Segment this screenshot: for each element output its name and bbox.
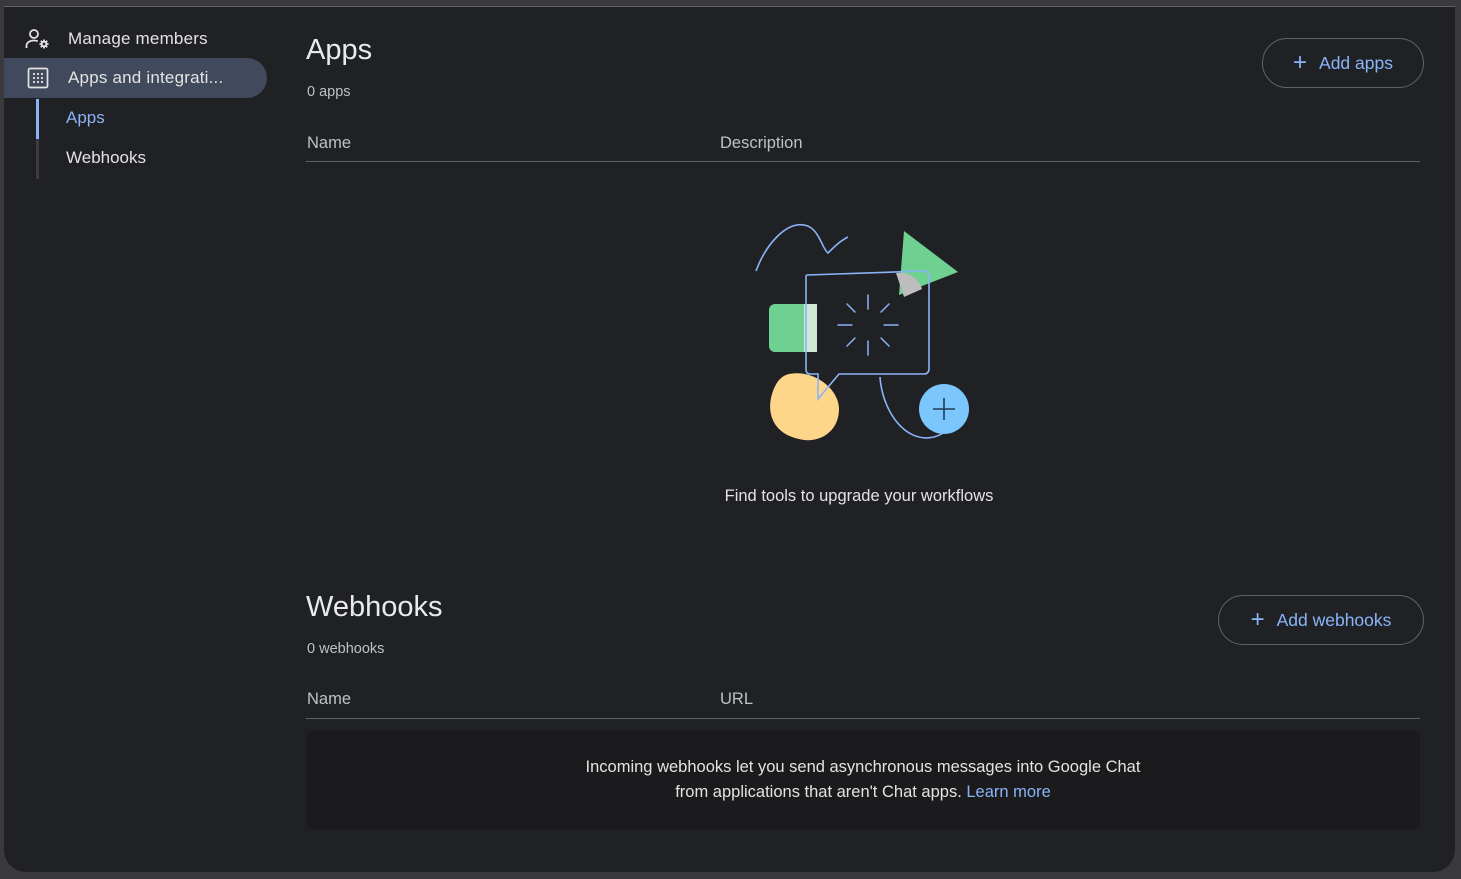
webhooks-col-url: URL	[720, 690, 754, 708]
apps-empty-message: Find tools to upgrade your workflows	[724, 487, 994, 505]
space-settings-dialog: Manage members Apps and integrati... App…	[4, 6, 1455, 872]
apps-count: 0 apps	[307, 84, 351, 100]
plus-icon: +	[1293, 49, 1308, 76]
add-apps-button[interactable]: + Add apps	[1262, 38, 1424, 88]
person-settings-icon	[24, 25, 52, 53]
sidebar-item-label: Apps and integrati...	[68, 68, 224, 87]
webhooks-section-title: Webhooks	[306, 591, 443, 623]
webhooks-col-name: Name	[307, 690, 352, 708]
apps-section-title: Apps	[306, 34, 373, 66]
sidebar-subitem-apps[interactable]: Apps	[66, 98, 105, 138]
apps-col-description: Description	[720, 134, 803, 152]
add-webhooks-label: Add webhooks	[1276, 609, 1392, 630]
add-webhooks-button[interactable]: + Add webhooks	[1218, 595, 1424, 645]
apps-table-divider	[306, 161, 1420, 162]
webhooks-count: 0 webhooks	[307, 641, 385, 657]
webhooks-info-text: Incoming webhooks let you send asynchron…	[585, 758, 1141, 801]
learn-more-link[interactable]: Learn more	[966, 783, 1050, 801]
apps-grid-icon	[24, 64, 52, 92]
add-apps-label: Add apps	[1319, 52, 1393, 73]
apps-col-name: Name	[307, 134, 352, 152]
active-indicator	[36, 99, 39, 139]
sidebar-item-label: Manage members	[68, 29, 208, 48]
apps-empty-illustration	[755, 224, 969, 441]
plus-icon: +	[1250, 606, 1265, 633]
sidebar-subitem-webhooks[interactable]: Webhooks	[66, 138, 146, 178]
webhooks-info-box: Incoming webhooks let you send asynchron…	[306, 730, 1420, 830]
sub-nav-rail	[36, 99, 39, 179]
webhooks-table-divider	[306, 718, 1420, 719]
sidebar-item-manage-members[interactable]: Manage members	[4, 19, 267, 59]
sidebar-item-apps-integrations[interactable]: Apps and integrati...	[4, 58, 267, 98]
